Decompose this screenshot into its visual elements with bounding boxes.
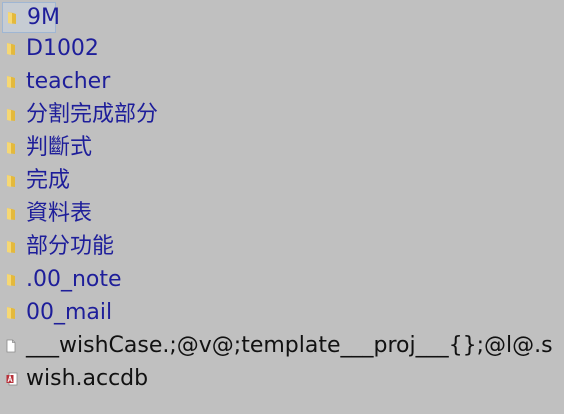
list-item-partial-features[interactable]: 部分功能 — [2, 231, 114, 262]
item-label: 00_mail — [26, 300, 113, 325]
item-label: D1002 — [26, 36, 99, 61]
folder-icon — [6, 207, 16, 221]
file-list: 9M D1002 teacher 分割完成部分 判斷式 完成 資料表 部分功能 … — [0, 0, 564, 414]
item-label: teacher — [26, 69, 111, 94]
list-item-wishcase-file[interactable]: ___wishCase.;@v@;template___proj___{};@l… — [2, 330, 553, 361]
access-file-icon — [6, 372, 18, 386]
item-label: wish.accdb — [26, 366, 149, 391]
item-label: .00_note — [26, 267, 122, 292]
list-item-conditional[interactable]: 判斷式 — [2, 132, 92, 163]
list-item-9m[interactable]: 9M — [2, 2, 60, 33]
item-label: 9M — [27, 5, 60, 30]
list-item-data-table[interactable]: 資料表 — [2, 198, 92, 229]
list-item-teacher[interactable]: teacher — [2, 66, 110, 97]
blank-file-icon — [6, 339, 16, 353]
folder-icon — [6, 240, 16, 254]
list-item-00-mail[interactable]: 00_mail — [2, 297, 112, 328]
folder-icon — [6, 141, 16, 155]
item-label: 部分功能 — [26, 234, 115, 259]
folder-icon — [6, 75, 16, 89]
folder-icon — [6, 42, 16, 56]
folder-icon — [7, 11, 17, 25]
folder-icon — [6, 174, 16, 188]
item-label: 判斷式 — [26, 135, 93, 160]
list-item-00-note[interactable]: .00_note — [2, 264, 122, 295]
folder-icon — [6, 273, 16, 287]
item-label: ___wishCase.;@v@;template___proj___{};@l… — [26, 333, 553, 358]
item-label: 完成 — [26, 168, 71, 193]
list-item-d1002[interactable]: D1002 — [2, 33, 99, 64]
folder-icon — [6, 108, 16, 122]
item-label: 資料表 — [26, 201, 93, 226]
list-item-split-complete[interactable]: 分割完成部分 — [2, 99, 158, 130]
list-item-complete[interactable]: 完成 — [2, 165, 70, 196]
folder-icon — [6, 306, 16, 320]
list-item-wish-accdb[interactable]: wish.accdb — [2, 363, 148, 394]
item-label: 分割完成部分 — [26, 102, 159, 127]
